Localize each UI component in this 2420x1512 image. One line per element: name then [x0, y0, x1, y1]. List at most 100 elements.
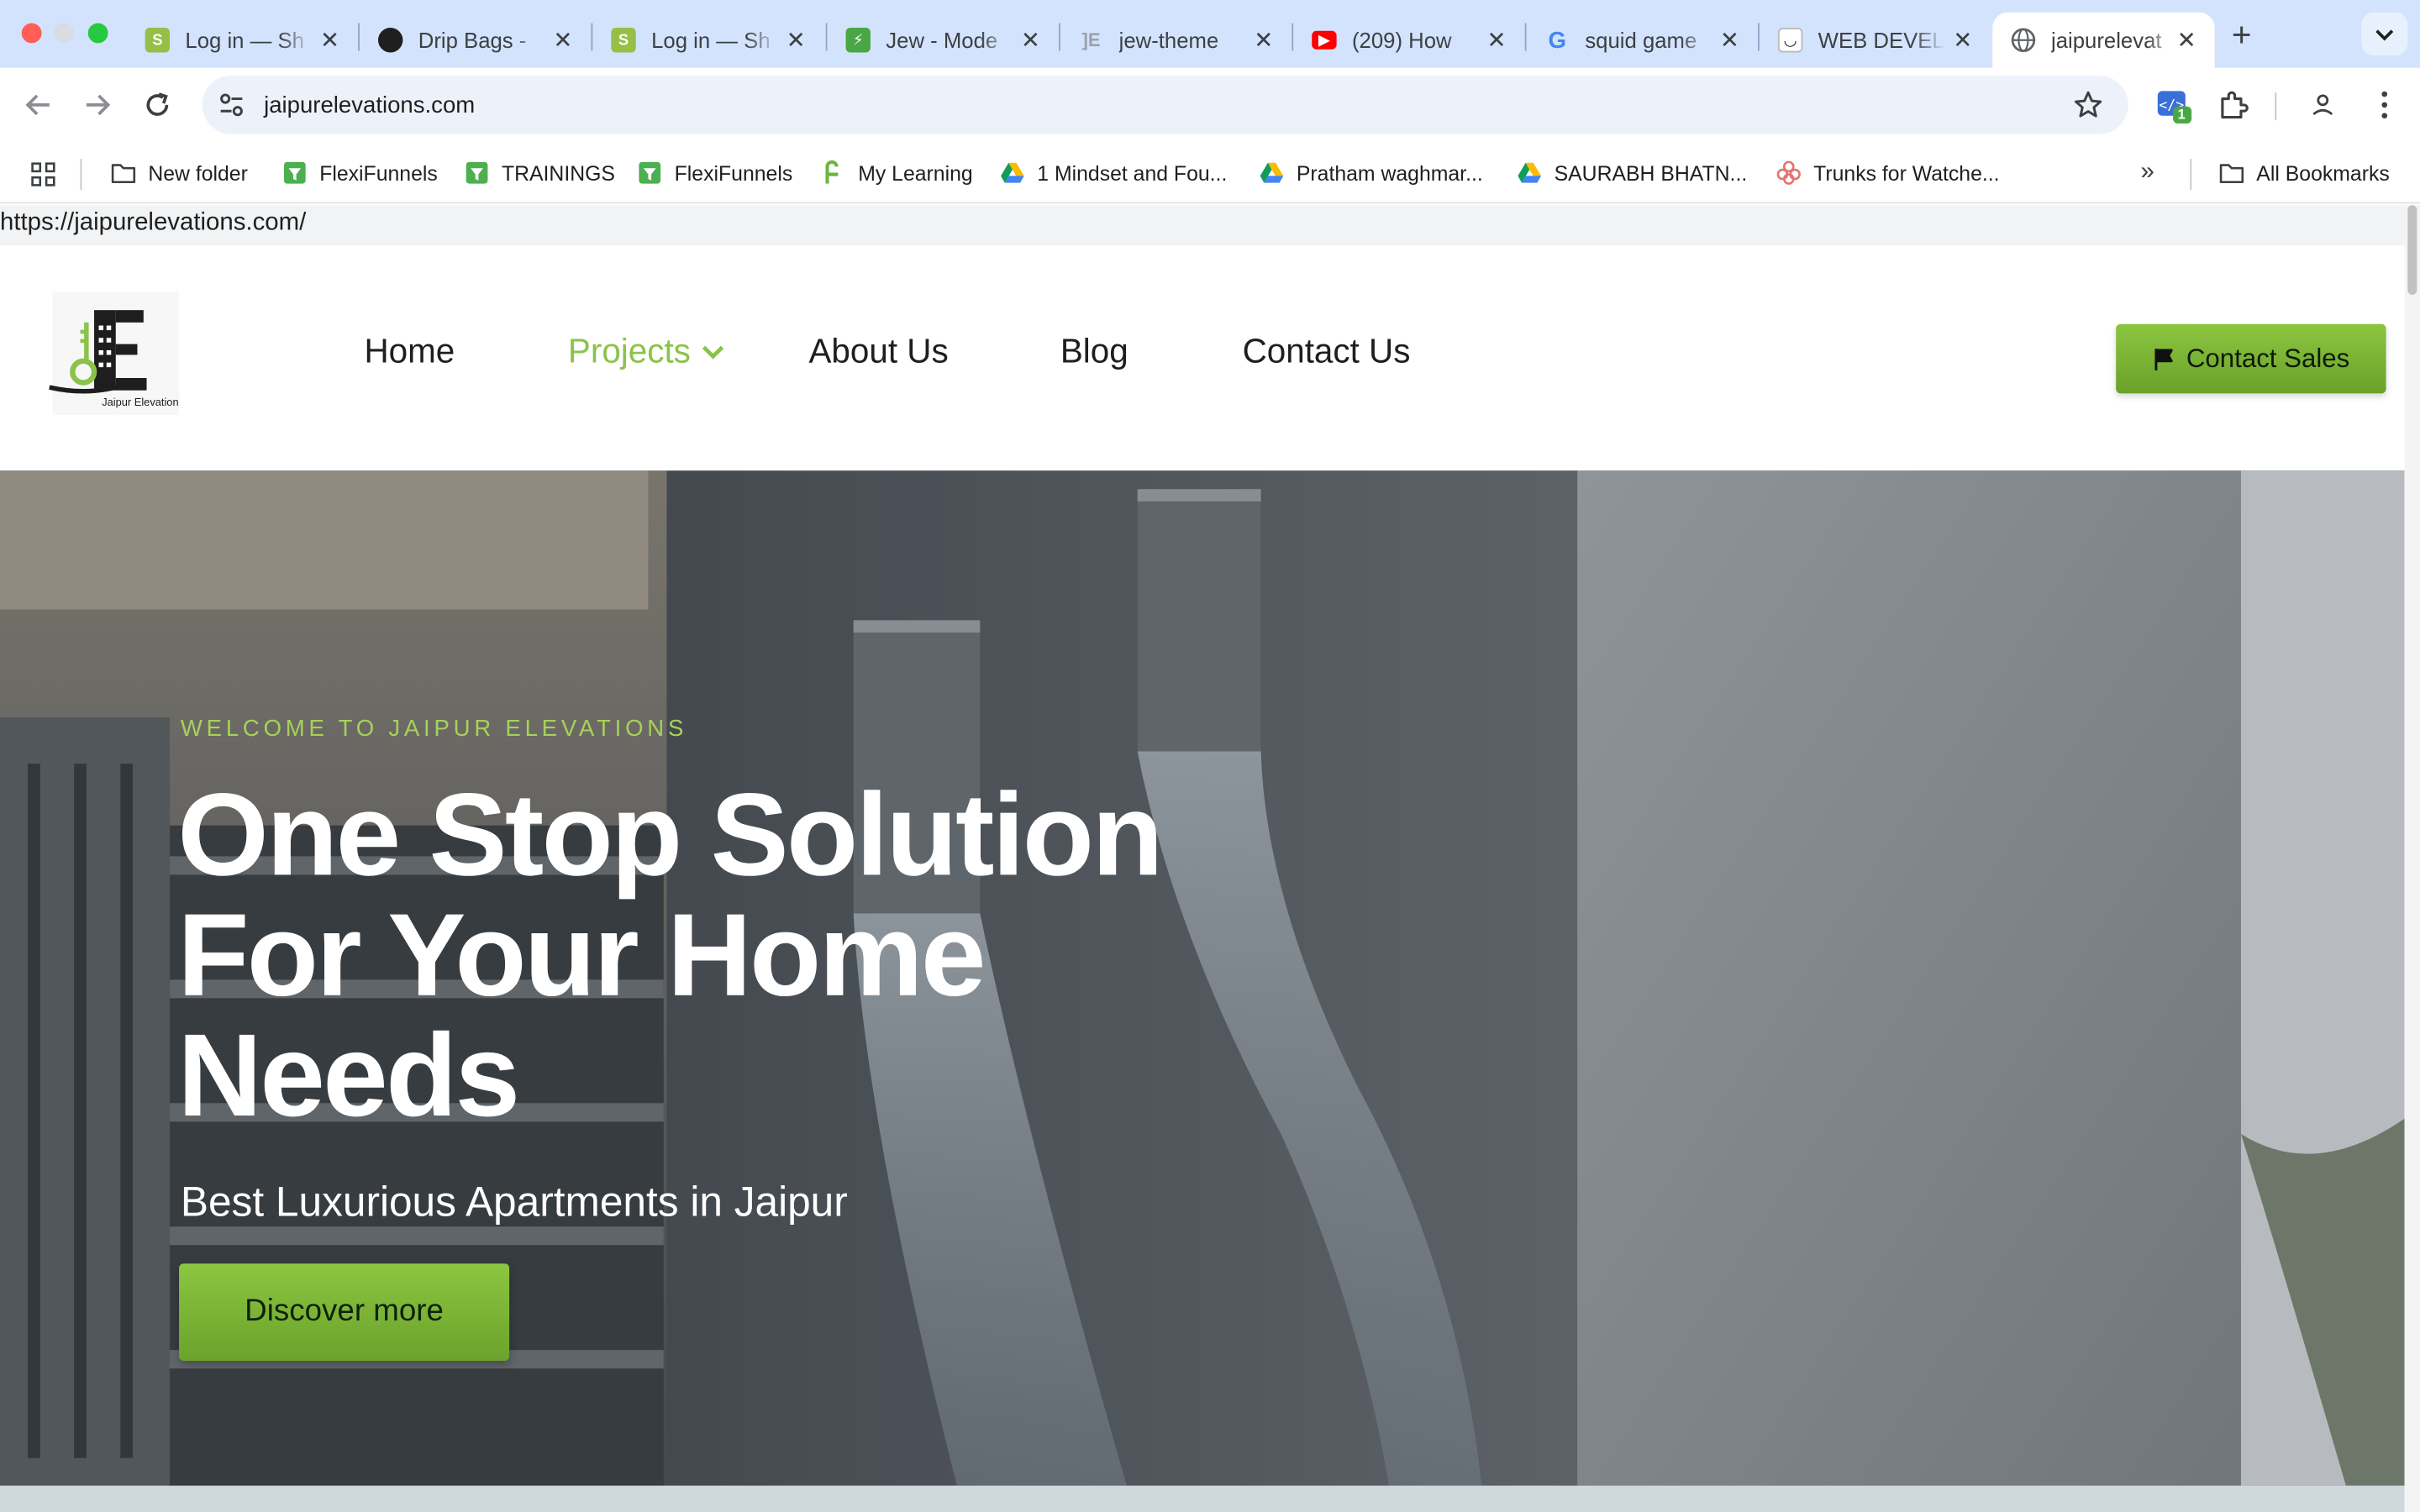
flower-icon [1776, 160, 1801, 185]
address-bar[interactable]: jaipurelevations.com [202, 76, 2128, 134]
bookmark-item[interactable]: 1 Mindset and Fou... [1000, 160, 1227, 185]
window-minimize-button[interactable] [54, 23, 75, 44]
bookmark-label: SAURABH BHATN... [1554, 160, 1748, 185]
browser-tab[interactable]: ⚡ Jew - Mode ✕ [827, 13, 1059, 68]
extension-code-icon[interactable]: </> 1 [2156, 88, 2192, 123]
close-icon[interactable]: ✕ [786, 26, 806, 54]
close-icon[interactable]: ✕ [1953, 26, 1972, 54]
discover-more-button[interactable]: Discover more [179, 1263, 510, 1362]
extension-badge: 1 [2177, 106, 2186, 123]
browser-tab[interactable]: ]E jew-theme ✕ [1060, 13, 1292, 68]
more-menu-icon[interactable] [2368, 88, 2402, 122]
bookmark-label: 1 Mindset and Fou... [1037, 160, 1228, 185]
nav-contact[interactable]: Contact Us [1243, 332, 1411, 372]
dark-circle-icon [378, 28, 403, 53]
close-icon[interactable]: ✕ [553, 26, 572, 54]
close-icon[interactable]: ✕ [1254, 26, 1273, 54]
logo-caption: Jaipur Elevation [102, 396, 178, 408]
bookmark-label: TRAININGS [501, 160, 615, 185]
chevron-down-icon [702, 345, 725, 360]
flexifunnels-icon [283, 161, 306, 184]
more-bookmarks-icon[interactable]: » [2141, 159, 2154, 186]
profile-avatar-icon[interactable] [2306, 88, 2339, 122]
bookmark-item[interactable]: FlexiFunnels [282, 160, 438, 185]
browser-tab[interactable]: ▶ (209) How ✕ [1293, 13, 1525, 68]
bookmark-item[interactable]: Trunks for Watche... [1776, 160, 2000, 185]
scrollbar-thumb[interactable] [2407, 205, 2417, 295]
discover-more-label: Discover more [245, 1294, 444, 1329]
bookmark-label: FlexiFunnels [674, 160, 793, 185]
bookmark-label: New folder [148, 160, 248, 185]
nav-home[interactable]: Home [364, 332, 455, 372]
nav-projects[interactable]: Projects [568, 332, 725, 372]
tab-title: Log in — Sh [185, 28, 304, 53]
tab-title: (209) How [1351, 28, 1452, 53]
bookmark-label: Pratham waghmar... [1296, 160, 1483, 185]
apps-grid-icon[interactable] [31, 162, 55, 186]
bookmark-item[interactable]: TRAININGS [465, 160, 615, 185]
close-icon[interactable]: ✕ [1720, 26, 1739, 54]
url-text[interactable]: jaipurelevations.com [264, 92, 475, 118]
hero-title: One Stop Solution For Your Home Needs [177, 769, 1163, 1142]
contact-sales-button[interactable]: Contact Sales [2116, 323, 2386, 394]
tab-title: squid game [1585, 28, 1697, 53]
site-logo[interactable]: Jaipur Elevation [43, 291, 191, 416]
chevron-down-icon [2375, 29, 2394, 41]
back-button[interactable] [22, 88, 55, 122]
bookmark-label: FlexiFunnels [319, 160, 438, 185]
shopify-icon: S [611, 28, 636, 53]
close-icon[interactable]: ✕ [1487, 26, 1507, 54]
browser-tab[interactable]: Drip Bags - ✕ [360, 13, 592, 68]
tab-search-button[interactable] [2361, 12, 2408, 56]
bookmark-star-icon[interactable] [2073, 90, 2104, 121]
browser-tab-active[interactable]: jaipurelevat ✕ [1992, 12, 2215, 68]
learning-icon [825, 160, 839, 184]
nav-blog[interactable]: Blog [1060, 332, 1128, 372]
browser-tab[interactable]: S Log in — Sh ✕ [592, 13, 824, 68]
bookmark-item[interactable]: My Learning [821, 160, 973, 185]
flag-icon [2154, 348, 2172, 370]
reload-button[interactable] [140, 88, 174, 122]
browser-tab[interactable]: S Log in — Sh ✕ [127, 13, 359, 68]
nav-about[interactable]: About Us [808, 332, 948, 372]
bookmark-item[interactable]: New folder [111, 160, 248, 185]
close-icon[interactable]: ✕ [2177, 26, 2196, 54]
browser-tab[interactable]: ◡ WEB DEVEL ✕ [1760, 13, 1991, 68]
drive-icon [1518, 162, 1541, 183]
site-info-icon[interactable] [218, 91, 245, 118]
window-maximize-button[interactable] [87, 23, 108, 44]
youtube-icon: ▶ [1312, 30, 1337, 50]
browser-tab[interactable]: G squid game ✕ [1527, 13, 1759, 68]
hero-subtitle: Best Luxurious Apartments in Jaipur [180, 1179, 848, 1226]
flexifunnels-icon [639, 161, 661, 184]
window-close-button[interactable] [21, 23, 42, 44]
folder-icon [2219, 164, 2244, 184]
drive-icon [1001, 162, 1024, 183]
hero-section: WELCOME TO JAIPUR ELEVATIONS One Stop So… [0, 470, 2405, 1486]
forward-button[interactable] [81, 88, 114, 122]
contact-sales-label: Contact Sales [2186, 343, 2350, 373]
new-tab-icon[interactable]: + [2232, 15, 2252, 55]
doc-icon: ]E [1081, 29, 1101, 51]
folder-icon [111, 164, 136, 184]
tab-title: Log in — Sh [651, 28, 771, 53]
arrow-left-icon [25, 94, 50, 116]
google-icon: G [1548, 27, 1566, 54]
tab-strip: S Log in — Sh ✕ Drip Bags - ✕ S Log in —… [0, 0, 2420, 68]
bookmark-item[interactable]: FlexiFunnels [638, 160, 793, 185]
tab-title: Jew - Mode [886, 28, 998, 53]
site-icon: ◡ [1777, 28, 1803, 53]
bookmark-item[interactable]: Pratham waghmar... [1260, 160, 1483, 185]
tab-title: jaipurelevat [2051, 28, 2162, 53]
close-icon[interactable]: ✕ [320, 26, 339, 54]
close-icon[interactable]: ✕ [1021, 26, 1040, 54]
shopify-icon: S [145, 28, 171, 53]
extensions-puzzle-icon[interactable] [2217, 88, 2250, 122]
arrow-right-icon [86, 94, 111, 116]
bookmark-label: Trunks for Watche... [1813, 160, 2000, 185]
bookmark-item[interactable]: SAURABH BHATN... [1518, 160, 1748, 185]
flexifunnels-icon [466, 161, 488, 184]
page-scrollbar[interactable] [2404, 205, 2420, 1512]
all-bookmarks-label: All Bookmarks [2256, 160, 2390, 185]
all-bookmarks-button[interactable]: All Bookmarks [2219, 160, 2390, 185]
